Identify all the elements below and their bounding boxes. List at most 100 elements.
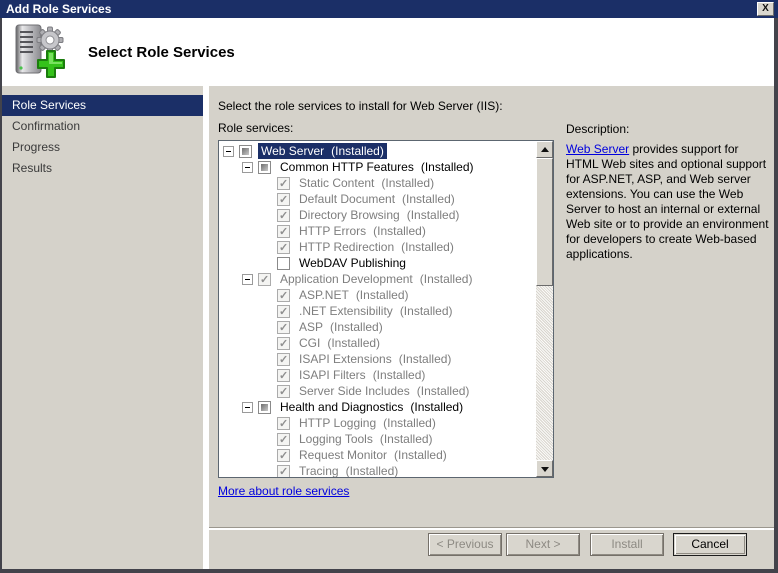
tree-row[interactable]: WebDAV Publishing (219, 255, 535, 271)
checked-checkbox (277, 321, 290, 334)
more-about-role-services-link[interactable]: More about role services (218, 484, 349, 498)
window-border-bottom (0, 569, 778, 573)
installed-badge: (Installed) (346, 463, 399, 478)
footer-buttons: < PreviousNext >InstallCancel (0, 531, 774, 569)
mixed-checkbox[interactable] (258, 401, 271, 414)
installed-badge: (Installed) (421, 159, 474, 175)
checked-checkbox (277, 177, 290, 190)
mixed-checkbox[interactable] (239, 145, 252, 158)
tree-item-label: ISAPI Filters (299, 367, 366, 383)
collapse-minus-icon[interactable] (242, 162, 253, 173)
tree-item-label: WebDAV Publishing (299, 255, 406, 271)
scroll-down-icon[interactable] (536, 460, 553, 477)
installed-badge: (Installed) (407, 207, 460, 223)
collapse-minus-icon[interactable] (242, 402, 253, 413)
installed-badge: (Installed) (420, 271, 473, 287)
sidebar-item-progress[interactable]: Progress (2, 137, 203, 158)
cancel-button[interactable]: Cancel (673, 533, 747, 556)
tree-item-label: ASP (299, 319, 323, 335)
installed-badge: (Installed) (330, 319, 383, 335)
installed-badge: (Installed) (400, 303, 453, 319)
tree-scrollbar[interactable] (536, 141, 553, 477)
next-button: Next > (506, 533, 580, 556)
installed-badge: (Installed) (380, 431, 433, 447)
tree-row[interactable]: Default Document(Installed) (219, 191, 535, 207)
tree-item-label: Request Monitor (299, 447, 387, 463)
tree-item-label: Common HTTP Features (280, 159, 414, 175)
installed-badge: (Installed) (331, 143, 384, 159)
tree-row[interactable]: ISAPI Extensions (Installed) (219, 351, 535, 367)
mixed-checkbox[interactable] (258, 161, 271, 174)
tree-row[interactable]: Request Monitor (Installed) (219, 447, 535, 463)
tree-row[interactable]: CGI (Installed) (219, 335, 535, 351)
tree-item-label: Web Server (261, 143, 324, 159)
tree-item-label: HTTP Logging (299, 415, 376, 431)
tree-row[interactable]: HTTP Logging(Installed) (219, 415, 535, 431)
tree-item-label: ISAPI Extensions (299, 351, 392, 367)
title-bar: Add Role Services X (0, 0, 778, 18)
tree-row[interactable]: ISAPI Filters(Installed) (219, 367, 535, 383)
tree-row[interactable]: Directory Browsing (Installed) (219, 207, 535, 223)
tree-item-label: Server Side Includes (299, 383, 410, 399)
installed-badge: (Installed) (410, 399, 463, 415)
tree-item-label: Logging Tools (299, 431, 373, 447)
installed-badge: (Installed) (401, 239, 454, 255)
tree-label: Role services: (218, 121, 293, 135)
role-services-tree: Web Server(Installed)Common HTTP Feature… (218, 140, 554, 478)
window-border-left (0, 18, 2, 573)
tree-row[interactable]: Application Development(Installed) (219, 271, 535, 287)
tree-row[interactable]: .NET Extensibility(Installed) (219, 303, 535, 319)
web-server-link[interactable]: Web Server (566, 142, 629, 156)
description-heading: Description: (566, 122, 774, 136)
tree-row[interactable]: Tracing(Installed) (219, 463, 535, 478)
tree-row[interactable]: Health and Diagnostics(Installed) (219, 399, 535, 415)
tree-row[interactable]: HTTP Errors(Installed) (219, 223, 535, 239)
tree-item-label: CGI (299, 335, 320, 351)
content-area: Select the role services to install for … (209, 86, 774, 527)
installed-badge: (Installed) (402, 191, 455, 207)
collapse-minus-icon[interactable] (242, 274, 253, 285)
wizard-header: Select Role Services (2, 18, 774, 86)
collapse-minus-icon[interactable] (223, 146, 234, 157)
installed-badge: (Installed) (327, 335, 380, 351)
sidebar-item-role-services[interactable]: Role Services (2, 95, 203, 116)
close-icon[interactable]: X (757, 2, 774, 16)
tree-row[interactable]: Common HTTP Features (Installed) (219, 159, 535, 175)
checked-checkbox (277, 465, 290, 478)
description-text: provides support for HTML Web sites and … (566, 142, 769, 261)
previous-button: < Previous (428, 533, 502, 556)
checked-checkbox (277, 193, 290, 206)
page-title: Select Role Services (88, 44, 235, 61)
installed-badge: (Installed) (417, 383, 470, 399)
tree-item-label: HTTP Errors (299, 223, 366, 239)
checked-checkbox (277, 225, 290, 238)
intro-text: Select the role services to install for … (218, 99, 503, 113)
tree-row[interactable]: Web Server (Installed) (219, 143, 535, 159)
checked-checkbox (277, 449, 290, 462)
tree-row[interactable]: HTTP Redirection(Installed) (219, 239, 535, 255)
checked-checkbox (277, 385, 290, 398)
unchecked-checkbox[interactable] (277, 257, 290, 270)
checked-checkbox (277, 337, 290, 350)
add-role-services-dialog: Add Role Services X (0, 0, 778, 573)
tree-row[interactable]: Server Side Includes (Installed) (219, 383, 535, 399)
scrollbar-thumb[interactable] (536, 158, 553, 286)
tree-row[interactable]: ASP (Installed) (219, 319, 535, 335)
tree-item-label: Directory Browsing (299, 207, 400, 223)
description-panel: Description: Web Server provides support… (566, 122, 774, 262)
checked-checkbox (258, 273, 271, 286)
checked-checkbox (277, 369, 290, 382)
tree-row[interactable]: ASP.NET(Installed) (219, 287, 535, 303)
wizard-steps-sidebar: Role ServicesConfirmationProgressResults (2, 86, 203, 569)
tree-row[interactable]: Logging Tools (Installed) (219, 431, 535, 447)
installed-badge: (Installed) (394, 447, 447, 463)
installed-badge: (Installed) (399, 351, 452, 367)
scroll-up-icon[interactable] (536, 141, 553, 158)
sidebar-item-results[interactable]: Results (2, 158, 203, 179)
sidebar-item-confirmation[interactable]: Confirmation (2, 116, 203, 137)
tree-item-label: ASP.NET (299, 287, 349, 303)
tree-row[interactable]: Static Content (Installed) (219, 175, 535, 191)
checked-checkbox (277, 241, 290, 254)
tree-item-label: Static Content (299, 175, 374, 191)
installed-badge: (Installed) (381, 175, 434, 191)
